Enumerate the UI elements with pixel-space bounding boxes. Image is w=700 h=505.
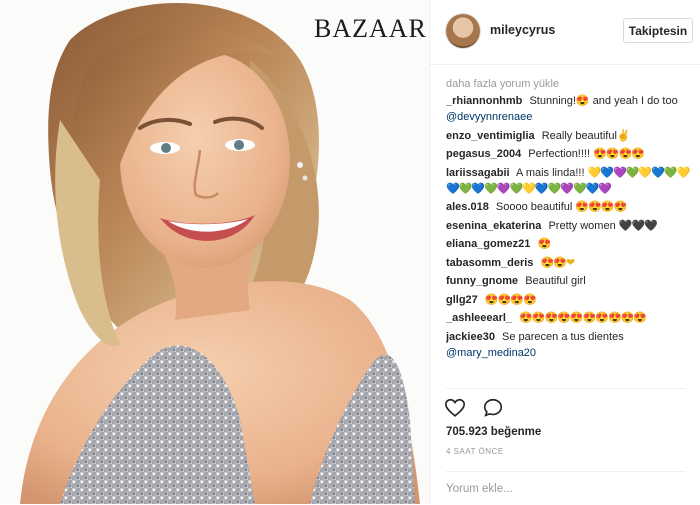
comment-username[interactable]: ales.018 <box>446 201 489 213</box>
comment-text: Perfection!!!! <box>528 148 591 160</box>
avatar[interactable] <box>446 14 480 48</box>
comment-text: Beautiful girl <box>525 275 586 287</box>
comment-username[interactable]: lariissagabii <box>446 167 510 179</box>
comment-mention-link[interactable]: @devyynnrenaee <box>446 111 532 123</box>
comment-username[interactable]: tabasomm_deris <box>446 257 533 269</box>
comment-item: pegasus_2004 Perfection!!!! 😍😍😍😍 <box>446 146 694 162</box>
post-actions <box>444 397 516 421</box>
like-count[interactable]: 705.923 beğenme <box>446 426 541 438</box>
instagram-post: BAZAAR mileycyrus Takiptesin daha fazla … <box>0 0 700 504</box>
comment-username[interactable]: esenina_ekaterina <box>446 220 541 232</box>
comment-item: _rhiannonhmb Stunning!😍 and yeah I do to… <box>446 93 694 125</box>
heart-icon[interactable] <box>444 397 466 424</box>
post-sidebar: mileycyrus Takiptesin daha fazla yorum y… <box>429 0 700 504</box>
comment-item: ales.018 Soooo beautiful 😍😍😍😍 <box>446 199 694 215</box>
comment-item: gllg27 😍😍😍😍 <box>446 292 694 308</box>
comment-item: esenina_ekaterina Pretty women 🖤🖤🖤 <box>446 218 694 234</box>
comment-item: tabasomm_deris 😍😍❤ <box>446 255 694 271</box>
comment-username[interactable]: _ashleeearl_ <box>446 312 512 324</box>
comment-text: Really beautiful✌ <box>541 129 631 142</box>
magazine-logo: BAZAAR <box>314 14 427 43</box>
comment-emoji: 😍😍😍😍😍😍😍😍😍😍 <box>519 312 647 324</box>
comment-mention-link[interactable]: @mary_medina20 <box>446 347 536 359</box>
comment-text: A mais linda!!! <box>516 166 585 179</box>
add-comment-section <box>446 471 686 505</box>
following-button[interactable]: Takiptesin <box>623 18 693 43</box>
comment-emoji: 😍😍😍😍 <box>484 293 537 306</box>
comment-username[interactable]: funny_gnome <box>446 275 518 287</box>
comment-username[interactable]: enzo_ventimiglia <box>446 130 535 142</box>
comment-text: Se parecen a tus dientes <box>502 330 624 343</box>
section-divider <box>446 388 686 389</box>
comment-item: jackiee30 Se parecen a tus dientes @mary… <box>446 329 694 361</box>
comment-text: Stunning!😍 and yeah I do too <box>529 95 678 107</box>
portrait-image <box>0 0 429 504</box>
load-more-comments-link[interactable]: daha fazla yorum yükle <box>446 76 694 92</box>
comment-emoji: 🖤🖤🖤 <box>618 219 658 232</box>
comment-emoji: 😍 <box>537 238 551 250</box>
comment-emoji: 😍😍😍😍 <box>575 201 627 213</box>
post-timestamp[interactable]: 4 SAAT ÖNCE <box>446 447 504 456</box>
comment-emoji: 😍😍😍😍 <box>593 148 645 160</box>
comment-list: daha fazla yorum yükle _rhiannonhmb Stun… <box>446 76 694 384</box>
comment-text: Soooo beautiful <box>495 201 573 213</box>
post-photo[interactable]: BAZAAR <box>0 0 429 504</box>
comment-item: lariissagabii A mais linda!!! 💛💙💜💚💛💙💚💛💙💚… <box>446 165 694 197</box>
comment-item: eliana_gomez21 😍 <box>446 236 694 252</box>
comment-username[interactable]: jackiee30 <box>446 331 495 343</box>
comment-bubble-icon[interactable] <box>482 397 504 424</box>
comment-item: _ashleeearl_ 😍😍😍😍😍😍😍😍😍😍 <box>446 310 694 326</box>
comment-item: enzo_ventimiglia Really beautiful✌ <box>446 128 694 144</box>
comment-username[interactable]: pegasus_2004 <box>446 148 521 160</box>
comment-emoji: 😍😍❤ <box>540 256 576 269</box>
comment-username[interactable]: _rhiannonhmb <box>446 95 522 107</box>
comment-username[interactable]: eliana_gomez21 <box>446 238 530 250</box>
comment-text: Pretty women <box>548 219 616 232</box>
add-comment-input[interactable] <box>446 480 676 498</box>
post-header: mileycyrus Takiptesin <box>430 0 700 65</box>
comment-username[interactable]: gllg27 <box>446 294 478 306</box>
comment-item: funny_gnome Beautiful girl <box>446 273 694 289</box>
author-username[interactable]: mileycyrus <box>490 23 555 37</box>
